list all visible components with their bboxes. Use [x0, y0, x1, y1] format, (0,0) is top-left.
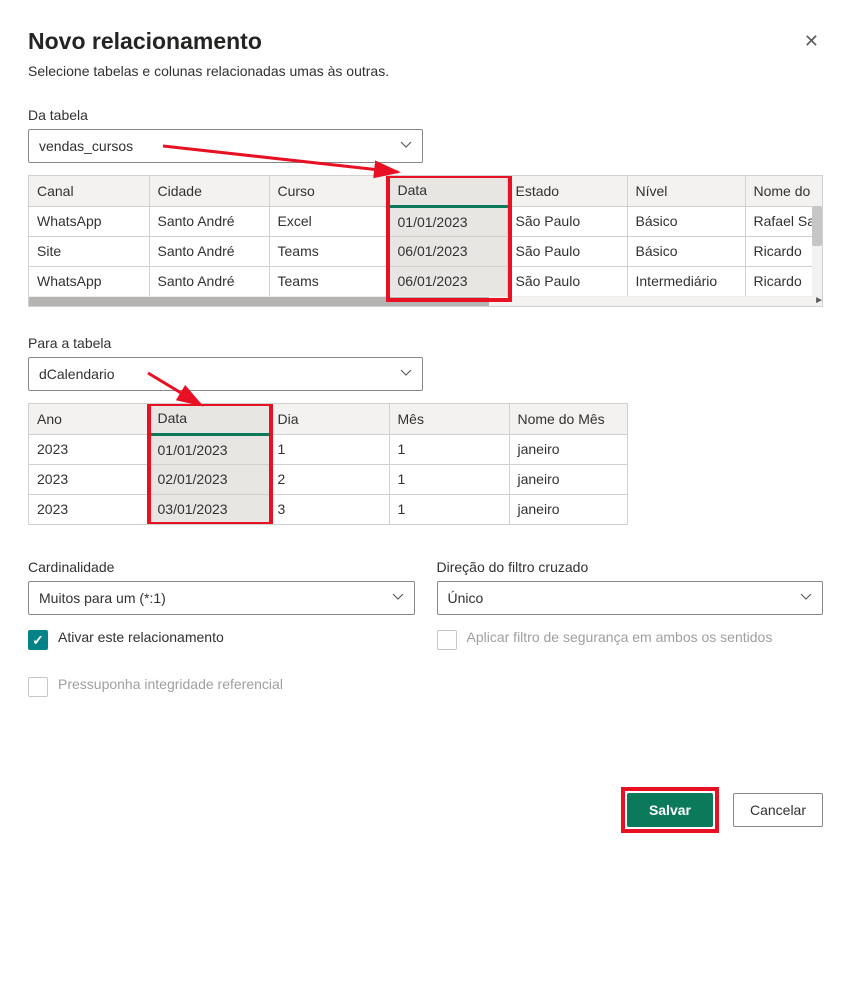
cardinality-value: Muitos para um (*:1): [39, 590, 166, 606]
cell: janeiro: [509, 494, 627, 524]
cell: 1: [269, 434, 389, 464]
dialog-title: Novo relacionamento: [28, 28, 262, 55]
save-button[interactable]: Salvar: [627, 793, 713, 827]
cell: 01/01/2023: [389, 206, 507, 236]
cell: Santo André: [149, 266, 269, 296]
col-estado[interactable]: Estado: [507, 176, 627, 206]
cell: Site: [29, 236, 149, 266]
cardinality-dropdown[interactable]: Muitos para um (*:1): [28, 581, 415, 615]
chevron-down-icon: [400, 366, 412, 382]
col-nivel[interactable]: Nível: [627, 176, 745, 206]
cell: Básico: [627, 236, 745, 266]
col-cidade[interactable]: Cidade: [149, 176, 269, 206]
from-table-preview: Canal Cidade Curso Data Estado Nível Nom…: [28, 175, 823, 307]
cell: 3: [269, 494, 389, 524]
to-table-label: Para a tabela: [28, 335, 823, 351]
chevron-down-icon: [392, 590, 404, 606]
chevron-down-icon: [400, 138, 412, 154]
cardinality-label: Cardinalidade: [28, 559, 415, 575]
col-ano[interactable]: Ano: [29, 404, 149, 434]
cell: Teams: [269, 236, 389, 266]
col-nome[interactable]: Nome do: [745, 176, 822, 206]
cell: 06/01/2023: [389, 266, 507, 296]
cell: Santo André: [149, 236, 269, 266]
col-nome-mes[interactable]: Nome do Mês: [509, 404, 627, 434]
cell: janeiro: [509, 464, 627, 494]
vertical-scrollbar[interactable]: [812, 206, 822, 296]
cell: 1: [389, 494, 509, 524]
table-row: 2023 03/01/2023 3 1 janeiro: [29, 494, 627, 524]
cell: 2023: [29, 434, 149, 464]
cell: 02/01/2023: [149, 464, 269, 494]
cell: 03/01/2023: [149, 494, 269, 524]
referential-integrity-checkbox: [28, 677, 48, 697]
from-table-dropdown[interactable]: vendas_cursos: [28, 129, 423, 163]
security-filter-checkbox: [437, 630, 457, 650]
col-curso[interactable]: Curso: [269, 176, 389, 206]
cell: São Paulo: [507, 206, 627, 236]
table-header-row: Ano Data Dia Mês Nome do Mês: [29, 404, 627, 434]
cell: Ricardo: [745, 266, 822, 296]
crossfilter-value: Único: [448, 590, 484, 606]
cell: 2023: [29, 494, 149, 524]
from-table-label: Da tabela: [28, 107, 823, 123]
to-table-dropdown[interactable]: dCalendario: [28, 357, 423, 391]
cell: Teams: [269, 266, 389, 296]
crossfilter-label: Direção do filtro cruzado: [437, 559, 824, 575]
table-row: 2023 02/01/2023 2 1 janeiro: [29, 464, 627, 494]
cell: Intermediário: [627, 266, 745, 296]
cell: São Paulo: [507, 266, 627, 296]
col-data[interactable]: Data: [149, 404, 269, 434]
chevron-down-icon: [800, 590, 812, 606]
cell: 2: [269, 464, 389, 494]
cell: Ricardo: [745, 236, 822, 266]
cell: Santo André: [149, 206, 269, 236]
horizontal-scrollbar[interactable]: ◄►: [29, 296, 822, 306]
col-dia[interactable]: Dia: [269, 404, 389, 434]
cell: 2023: [29, 464, 149, 494]
activate-relationship-checkbox[interactable]: [28, 630, 48, 650]
close-icon[interactable]: ✕: [800, 28, 823, 54]
cell: 06/01/2023: [389, 236, 507, 266]
activate-relationship-label: Ativar este relacionamento: [58, 629, 224, 645]
cell: 1: [389, 464, 509, 494]
col-canal[interactable]: Canal: [29, 176, 149, 206]
table-row: WhatsApp Santo André Teams 06/01/2023 Sã…: [29, 266, 822, 296]
table-row: 2023 01/01/2023 1 1 janeiro: [29, 434, 627, 464]
col-mes[interactable]: Mês: [389, 404, 509, 434]
from-table-value: vendas_cursos: [39, 138, 133, 154]
cell: 1: [389, 434, 509, 464]
cell: 01/01/2023: [149, 434, 269, 464]
to-table-preview: Ano Data Dia Mês Nome do Mês 2023 01/01/…: [28, 403, 628, 525]
cancel-button[interactable]: Cancelar: [733, 793, 823, 827]
referential-integrity-label: Pressuponha integridade referencial: [58, 676, 283, 692]
security-filter-label: Aplicar filtro de segurança em ambos os …: [467, 629, 773, 645]
cell: janeiro: [509, 434, 627, 464]
cell: Rafael Sa: [745, 206, 822, 236]
table-row: Site Santo André Teams 06/01/2023 São Pa…: [29, 236, 822, 266]
cell: WhatsApp: [29, 206, 149, 236]
cell: WhatsApp: [29, 266, 149, 296]
cell: Básico: [627, 206, 745, 236]
table-row: WhatsApp Santo André Excel 01/01/2023 Sã…: [29, 206, 822, 236]
col-data[interactable]: Data: [389, 176, 507, 206]
dialog-subtitle: Selecione tabelas e colunas relacionadas…: [28, 63, 823, 79]
cell: São Paulo: [507, 236, 627, 266]
crossfilter-dropdown[interactable]: Único: [437, 581, 824, 615]
cell: Excel: [269, 206, 389, 236]
to-table-value: dCalendario: [39, 366, 115, 382]
table-header-row: Canal Cidade Curso Data Estado Nível Nom…: [29, 176, 822, 206]
